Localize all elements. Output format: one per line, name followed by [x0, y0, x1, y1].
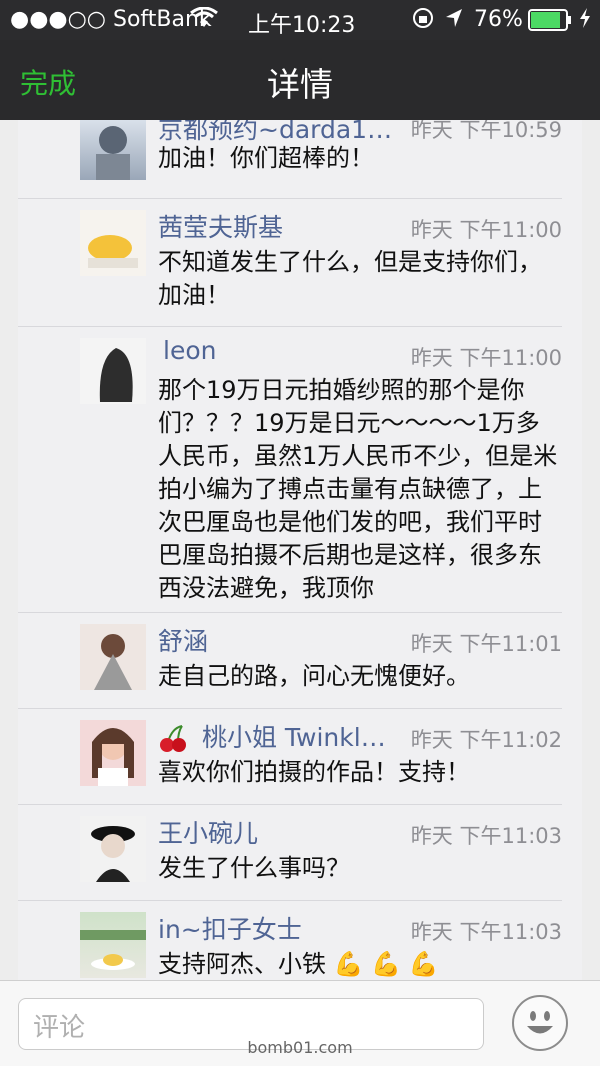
comment-text: 不知道发生了什么，但是支持你们，加油！ [158, 248, 542, 309]
watermark: bomb01.com [247, 1038, 353, 1057]
comment-text: 加油！你们超棒的！ [158, 144, 374, 172]
battery-percent: 76% [474, 7, 523, 32]
comment-text: 喜欢你们拍摄的作品！支持！ [158, 758, 470, 786]
comment-text: 发生了什么事吗？ [158, 854, 350, 882]
comment-item[interactable]: 茜莹夫斯基 昨天 下午11:00 不知道发生了什么，但是支持你们，加油！ [18, 198, 562, 327]
status-bar: ●●●○○ SoftBank 上午10:23 76% [0, 0, 600, 40]
comment-author[interactable]: in~扣子女士 [158, 910, 302, 946]
comment-text: 支持阿杰、小铁 💪 💪 💪 [158, 948, 562, 980]
avatar[interactable] [80, 120, 146, 180]
avatar[interactable] [80, 338, 146, 404]
comment-time: 昨天 下午11:02 [410, 728, 562, 752]
flexed-biceps-icon: 💪 [371, 950, 402, 978]
comment-author[interactable]: leon [163, 336, 216, 365]
lock-rotation-icon [412, 7, 434, 35]
comment-item[interactable]: 京都预约~darda1… 昨天 下午10:59 加油！你们超棒的！ [18, 120, 562, 199]
wifi-icon [190, 6, 218, 35]
comment-item[interactable]: 王小碗儿 昨天 下午11:03 发生了什么事吗？ [18, 804, 562, 901]
comment-time: 昨天 下午11:01 [410, 632, 562, 656]
flexed-biceps-icon: 💪 [408, 950, 439, 978]
comment-text-label: 支持阿杰、小铁 [158, 950, 326, 978]
avatar[interactable] [80, 912, 146, 978]
location-icon [444, 7, 464, 35]
comment-item[interactable]: 桃小姐 Twinkl… 昨天 下午11:02 喜欢你们拍摄的作品！支持！ [18, 708, 562, 805]
comment-author[interactable]: 王小碗儿 [158, 814, 258, 850]
comment-time: 昨天 下午11:00 [410, 218, 562, 242]
charging-icon [578, 7, 592, 35]
clock: 上午10:23 [248, 13, 356, 38]
page-title: 详情 [267, 65, 333, 104]
carrier-label: ●●●○○ SoftBank [10, 7, 212, 32]
comment-text: 那个19万日元拍婚纱照的那个是你们？？？19万是日元～～～～1万多人民币，虽然1… [158, 376, 558, 602]
comment-author-label[interactable]: 桃小姐 Twinkl… [202, 723, 386, 752]
avatar[interactable] [80, 210, 146, 276]
cherry-icon [158, 723, 196, 752]
flexed-biceps-icon: 💪 [333, 950, 364, 978]
comment-time: 昨天 下午10:59 [410, 120, 562, 142]
avatar[interactable] [80, 816, 146, 882]
comment-time: 昨天 下午11:03 [410, 920, 562, 944]
comment-time: 昨天 下午11:00 [410, 346, 562, 370]
battery-icon [528, 9, 574, 37]
comment-item[interactable]: leon 昨天 下午11:00 那个19万日元拍婚纱照的那个是你们？？？19万是… [18, 326, 562, 613]
comment-author[interactable]: 桃小姐 Twinkl… [158, 718, 386, 754]
comment-list[interactable]: 京都预约~darda1… 昨天 下午10:59 加油！你们超棒的！ 茜莹夫斯基 … [18, 120, 582, 980]
comment-author[interactable]: 茜莹夫斯基 [158, 208, 283, 244]
avatar[interactable] [80, 624, 146, 690]
comment-author[interactable]: 舒涵 [158, 622, 208, 658]
navigation-bar: 完成 详情 [0, 40, 600, 120]
comment-text: 走自己的路，问心无愧便好。 [158, 662, 470, 690]
comment-item[interactable]: in~扣子女士 昨天 下午11:03 支持阿杰、小铁 💪 💪 💪 [18, 900, 562, 980]
comment-time: 昨天 下午11:03 [410, 824, 562, 848]
avatar[interactable] [80, 720, 146, 786]
comment-item[interactable]: 舒涵 昨天 下午11:01 走自己的路，问心无愧便好。 [18, 612, 562, 709]
